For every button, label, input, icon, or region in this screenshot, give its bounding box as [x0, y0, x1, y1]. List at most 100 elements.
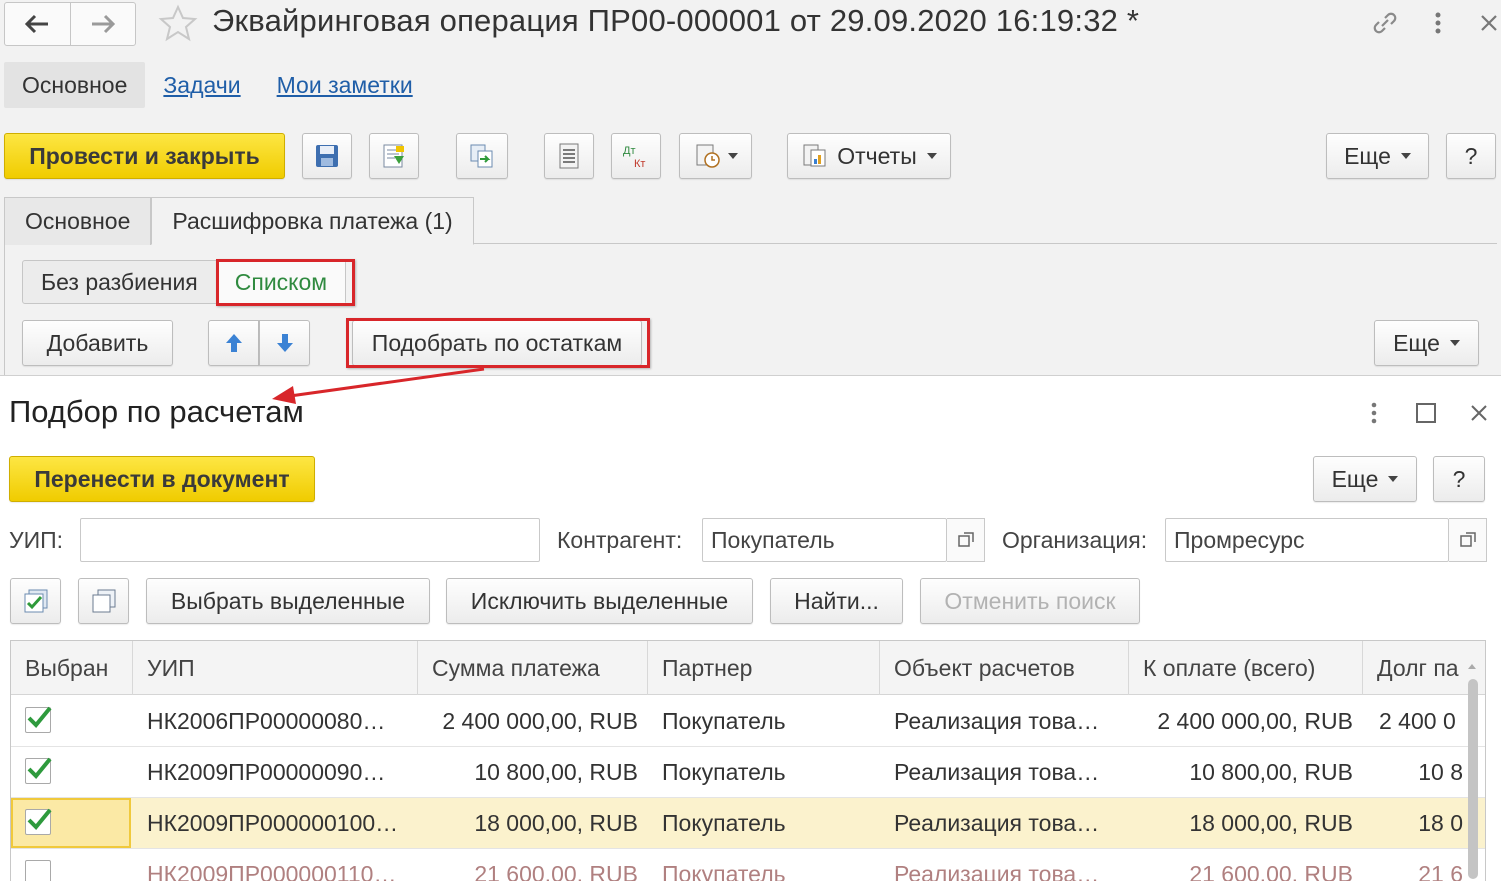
document-clock-icon [696, 144, 720, 168]
organization-label: Организация: [1002, 527, 1148, 553]
open-form-icon [957, 532, 974, 547]
find-button[interactable]: Найти... [770, 578, 903, 624]
tab-tasks[interactable]: Задачи [145, 62, 258, 108]
table-row[interactable]: НК2009ПР00000090… 10 800,00, RUB Покупат… [11, 747, 1485, 798]
vertical-scrollbar[interactable] [1467, 679, 1479, 881]
table-header: Выбран УИП Сумма платежа Партнер Объект … [11, 641, 1485, 695]
select-marked-button[interactable]: Выбрать выделенные [146, 578, 430, 624]
open-form-icon [1459, 532, 1476, 547]
highlight-frame-select-by-balance [346, 318, 650, 368]
selection-dialog: Подбор по расчетам Перенести в документ … [0, 375, 1501, 881]
dialog-menu-icon[interactable] [1366, 400, 1382, 431]
reports-icon [803, 144, 826, 167]
forward-button[interactable] [69, 3, 136, 45]
document-list-icon [559, 143, 579, 169]
move-down-button[interactable] [259, 320, 310, 366]
highlight-frame-list [216, 259, 355, 306]
cell-debt: 10 8 [1418, 759, 1463, 785]
reports-button[interactable]: Отчеты [787, 133, 951, 179]
link-icon[interactable] [1370, 8, 1400, 43]
tab-main[interactable]: Основное [4, 62, 146, 108]
table-row[interactable]: НК2006ПР00000080… 2 400 000,00, RUB Поку… [11, 696, 1485, 747]
organization-field[interactable]: Промресурс [1165, 518, 1449, 562]
cell-partner: Покупатель [662, 810, 786, 836]
column-header-payment-sum[interactable]: Сумма платежа [418, 641, 648, 695]
favorite-star-icon[interactable] [158, 4, 198, 49]
more-button[interactable]: Еще [1326, 133, 1429, 179]
panel-more-button[interactable]: Еще [1374, 320, 1479, 366]
dt-kt-icon: ДтКт [623, 145, 645, 170]
more-label: Еще [1344, 142, 1391, 169]
cell-payment-sum: 10 800,00, RUB [474, 759, 638, 785]
row-checkbox[interactable] [25, 860, 51, 881]
table-row[interactable]: НК2009ПР000000110… 21 600,00, RUB Покупа… [11, 849, 1485, 881]
arrow-up-icon [225, 334, 242, 352]
column-header-uip[interactable]: УИП [133, 641, 418, 695]
table-row-selected[interactable]: НК2009ПР000000100… 18 000,00, RUB Покупа… [11, 798, 1485, 849]
column-header-selected[interactable]: Выбран [11, 641, 133, 695]
dialog-help-button[interactable]: ? [1433, 456, 1485, 502]
row-checkbox[interactable] [25, 757, 52, 784]
counterparty-open-button[interactable] [947, 518, 985, 562]
navigation-buttons [4, 2, 136, 46]
scroll-up-icon[interactable] [1467, 657, 1477, 675]
mode-no-split[interactable]: Без разбиения [23, 261, 216, 303]
cell-to-pay: 10 800,00, RUB [1189, 759, 1353, 785]
dialog-more-button[interactable]: Еще [1313, 456, 1417, 502]
uip-label: УИП: [9, 527, 64, 553]
cancel-search-button[interactable]: Отменить поиск [920, 578, 1140, 624]
cell-settlement-object: Реализация това… [894, 810, 1100, 836]
check-all-icon [24, 589, 47, 613]
transfer-to-document-button[interactable]: Перенести в документ [9, 456, 315, 502]
save-button[interactable] [302, 133, 352, 179]
attachments-button[interactable] [679, 133, 752, 179]
column-header-settlement-object[interactable]: Объект расчетов [880, 641, 1129, 695]
check-all-button[interactable] [10, 578, 61, 624]
tab-my-notes[interactable]: Мои заметки [259, 62, 431, 108]
post-button[interactable] [369, 133, 419, 179]
maximize-icon[interactable] [1414, 402, 1438, 429]
cell-to-pay: 2 400 000,00, RUB [1157, 708, 1353, 734]
arrow-left-icon [25, 14, 49, 34]
column-header-partner[interactable]: Партнер [648, 641, 880, 695]
tab-basic[interactable]: Основное [4, 197, 152, 245]
cell-partner: Покупатель [662, 861, 786, 881]
uncheck-all-button[interactable] [78, 578, 129, 624]
close-dialog-icon[interactable] [1468, 402, 1490, 429]
arrow-down-icon [276, 334, 293, 352]
cell-to-pay: 21 600,00, RUB [1189, 861, 1353, 881]
row-checkbox[interactable] [25, 706, 52, 733]
add-button[interactable]: Добавить [22, 320, 173, 366]
cell-debt: 21 6 [1418, 861, 1463, 881]
cell-payment-sum: 18 000,00, RUB [474, 810, 638, 836]
svg-text:Кт: Кт [634, 158, 645, 170]
dialog-more-label: Еще [1331, 465, 1379, 492]
tab-payment-breakdown[interactable]: Расшифровка платежа (1) [151, 197, 474, 245]
organization-open-button[interactable] [1449, 518, 1487, 562]
close-window-icon[interactable] [1478, 8, 1500, 43]
cell-uip: НК2009ПР000000100… [147, 810, 399, 836]
svg-text:Дт: Дт [623, 145, 636, 157]
back-button[interactable] [5, 3, 70, 45]
exclude-marked-button[interactable]: Исключить выделенные [446, 578, 753, 624]
column-header-to-pay[interactable]: К оплате (всего) [1129, 641, 1363, 695]
scrollbar-thumb[interactable] [1468, 679, 1478, 879]
column-header-debt[interactable]: Долг па [1363, 641, 1463, 695]
floppy-disk-icon [316, 145, 338, 167]
row-checkbox[interactable] [25, 808, 52, 835]
more-menu-icon[interactable] [1428, 8, 1448, 43]
cell-uip: НК2009ПР00000090… [147, 759, 386, 785]
create-based-on-button[interactable] [456, 133, 508, 179]
dt-kt-button[interactable]: Дт Кт [611, 133, 661, 179]
move-up-button[interactable] [208, 320, 259, 366]
uip-field[interactable] [80, 518, 540, 562]
help-button[interactable]: ? [1446, 133, 1496, 179]
checkmark-icon [27, 706, 52, 728]
cell-to-pay: 18 000,00, RUB [1189, 810, 1353, 836]
cell-debt: 18 0 [1418, 810, 1463, 836]
cell-settlement-object: Реализация това… [894, 861, 1100, 881]
counterparty-field[interactable]: Покупатель [702, 518, 947, 562]
structure-button[interactable] [544, 133, 594, 179]
document-title: Эквайринговая операция ПР00-000001 от 29… [212, 3, 1140, 38]
post-and-close-button[interactable]: Провести и закрыть [4, 133, 285, 179]
